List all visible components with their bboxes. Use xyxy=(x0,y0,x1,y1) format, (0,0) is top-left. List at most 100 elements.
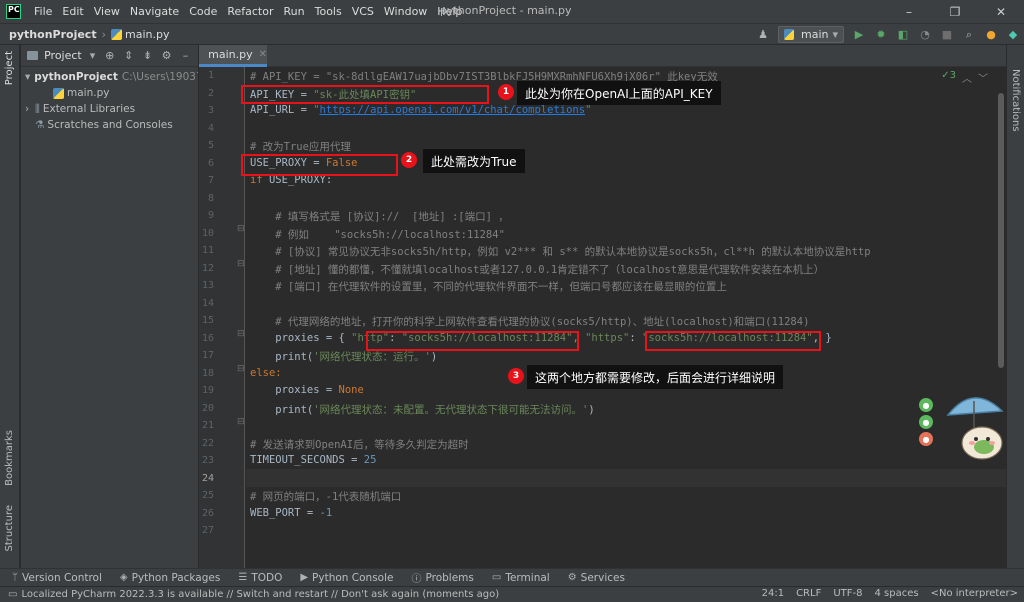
menu-navigate[interactable]: Navigate xyxy=(125,5,184,18)
highlight-box-http-proxy xyxy=(366,331,579,351)
structure-tool-tab[interactable]: Structure xyxy=(4,505,15,552)
run-icon[interactable]: ▶ xyxy=(852,28,866,42)
panel-dropdown-icon[interactable]: ▾ xyxy=(90,49,96,62)
tree-item-label: pythonProject xyxy=(34,71,118,83)
highlight-box-use-proxy xyxy=(241,154,398,176)
tool-tab-terminal[interactable]: ▭ Terminal xyxy=(492,572,550,584)
mascot-close-icon[interactable]: ● xyxy=(919,432,933,446)
gear-icon[interactable]: ⚙ xyxy=(160,49,173,62)
breadcrumb-file[interactable]: main.py xyxy=(125,28,169,41)
code-text: WEB_PORT = xyxy=(250,506,320,519)
line-number: 7 xyxy=(207,175,214,186)
stop-icon[interactable]: ■ xyxy=(940,28,954,42)
menu-vcs[interactable]: VCS xyxy=(347,5,379,18)
python-file-icon xyxy=(110,28,122,40)
folder-icon xyxy=(27,51,39,60)
fold-icon[interactable]: ⊟ xyxy=(237,259,245,269)
run-configuration-select[interactable]: main ▾ xyxy=(778,26,844,43)
fold-icon[interactable]: ⊟ xyxy=(237,364,245,374)
search-icon[interactable]: ⌕ xyxy=(962,28,976,42)
project-panel-title[interactable]: Project xyxy=(44,49,82,62)
menu-refactor[interactable]: Refactor xyxy=(222,5,278,18)
line-separator[interactable]: CRLF xyxy=(796,588,821,599)
tree-item-label: main.py xyxy=(67,87,110,99)
locate-icon[interactable]: ⊕ xyxy=(103,49,116,62)
tool-tab-python-packages[interactable]: ◈ Python Packages xyxy=(120,572,220,584)
mascot-pin-icon[interactable]: ● xyxy=(919,398,933,412)
code-line-26: WEB_PORT = -1 xyxy=(250,507,332,519)
line-number: 13 xyxy=(201,280,214,291)
close-tab-icon[interactable]: ✕ xyxy=(259,49,267,60)
tab-label: main.py xyxy=(208,48,253,61)
line-number: 16 xyxy=(201,332,214,344)
debug-icon[interactable]: ✹ xyxy=(874,28,888,42)
status-message[interactable]: Localized PyCharm 2022.3.3 is available … xyxy=(21,589,499,600)
mascot-settings-icon[interactable]: ● xyxy=(919,415,933,429)
line-number: 25 xyxy=(201,490,214,501)
menu-window[interactable]: Window xyxy=(379,5,432,18)
line-number: 15 xyxy=(201,315,214,326)
close-window-button[interactable]: ✕ xyxy=(978,0,1024,23)
tool-tab-label: Python Console xyxy=(312,571,394,584)
chevron-down-icon: ▾ xyxy=(25,71,31,83)
tool-tab-services[interactable]: ⚙ Services xyxy=(568,572,625,584)
code-line-22: # 发送请求到OpenAI后，等待多久判定为超时 xyxy=(250,438,469,451)
file-encoding[interactable]: UTF-8 xyxy=(833,588,862,599)
scratches-icon: ⚗ xyxy=(35,119,45,131)
menu-file[interactable]: File xyxy=(29,5,57,18)
tool-tab-icon: ᛘ xyxy=(12,572,18,583)
code-keyword: None xyxy=(338,384,364,396)
line-number: 2 xyxy=(207,87,214,99)
hide-icon[interactable]: – xyxy=(179,49,192,62)
tool-tab-icon: ⓘ xyxy=(411,574,422,585)
python-interpreter[interactable]: <No interpreter> xyxy=(931,588,1018,599)
editor: main.py ✕ 1 2 3 4 5 6 7 8 9 10 11 12 13 14 15 16 17 18 19 2… xyxy=(199,45,1006,568)
minimize-button[interactable]: – xyxy=(886,0,932,23)
bookmarks-tool-tab[interactable]: Bookmarks xyxy=(4,430,15,486)
tool-tab-problems[interactable]: ⓘ Problems xyxy=(411,570,473,586)
line-number: 8 xyxy=(207,192,214,204)
collapse-all-icon[interactable]: ⇟ xyxy=(141,49,154,62)
tool-tab-version-control[interactable]: ᛘ Version Control xyxy=(12,572,102,584)
line-number: 12 xyxy=(201,262,214,274)
breadcrumb-project[interactable]: pythonProject xyxy=(9,28,97,41)
tool-tab-todo[interactable]: ☰ TODO xyxy=(238,572,282,584)
tree-item-label: Scratches and Consoles xyxy=(47,119,173,131)
menu-run[interactable]: Run xyxy=(279,5,310,18)
notifications-tool-tab[interactable]: Notifications xyxy=(1010,69,1021,132)
coverage-icon[interactable]: ◧ xyxy=(896,28,910,42)
caret-position[interactable]: 24:1 xyxy=(762,588,784,599)
project-tool-tab[interactable]: Project xyxy=(4,51,15,85)
tool-tab-label: Python Packages xyxy=(131,571,221,584)
maximize-button[interactable]: ❐ xyxy=(932,0,978,23)
tree-item-project[interactable]: ▾ pythonProject C:\Users\19037\ xyxy=(21,69,198,85)
editor-scrollbar[interactable] xyxy=(998,93,1004,368)
code-area[interactable]: # API_KEY = "sk-8dllgEAW17uajbDbv7IST3Bl… xyxy=(246,67,1006,568)
line-number: 24 xyxy=(201,472,214,484)
annotation-badge-3: 3 xyxy=(508,368,524,384)
menu-view[interactable]: View xyxy=(89,5,125,18)
tool-tab-python-console[interactable]: ▶ Python Console xyxy=(300,572,393,584)
code-line-10: # 例如 "socks5h://localhost:11284" xyxy=(250,228,505,241)
menu-code[interactable]: Code xyxy=(184,5,222,18)
expand-all-icon[interactable]: ⇕ xyxy=(122,49,135,62)
indentation[interactable]: 4 spaces xyxy=(874,588,918,599)
tree-item-external-libraries[interactable]: › ⫼ External Libraries xyxy=(21,101,198,117)
profile-icon[interactable]: ◔ xyxy=(918,28,932,42)
fold-icon[interactable]: ⊟ xyxy=(237,224,245,234)
code-url-link[interactable]: https://api.openai.com/v1/chat/completio… xyxy=(320,104,586,116)
jetbrains-logo-icon[interactable]: ◆ xyxy=(1006,28,1020,42)
menu-edit[interactable]: Edit xyxy=(57,5,88,18)
code-line-11: # [协议] 常见协议无非socks5h/http，例如 v2*** 和 s**… xyxy=(250,246,871,258)
tab-main-py[interactable]: main.py ✕ xyxy=(199,45,267,67)
account-icon[interactable]: ♟ xyxy=(756,28,770,42)
fold-icon[interactable]: ⊟ xyxy=(237,329,245,339)
menu-tools[interactable]: Tools xyxy=(310,5,347,18)
code-line-15: # 代理网络的地址，打开你的科学上网软件查看代理的协议(socks5/http)… xyxy=(250,316,810,328)
tree-item-main-py[interactable]: main.py xyxy=(21,85,198,101)
code-line-25: # 网页的端口，-1代表随机端口 xyxy=(250,491,402,503)
fold-icon[interactable]: ⊟ xyxy=(237,417,245,427)
line-number: 17 xyxy=(201,350,214,361)
tree-item-scratches[interactable]: ⚗ Scratches and Consoles xyxy=(21,117,198,133)
update-icon[interactable]: ● xyxy=(984,28,998,42)
